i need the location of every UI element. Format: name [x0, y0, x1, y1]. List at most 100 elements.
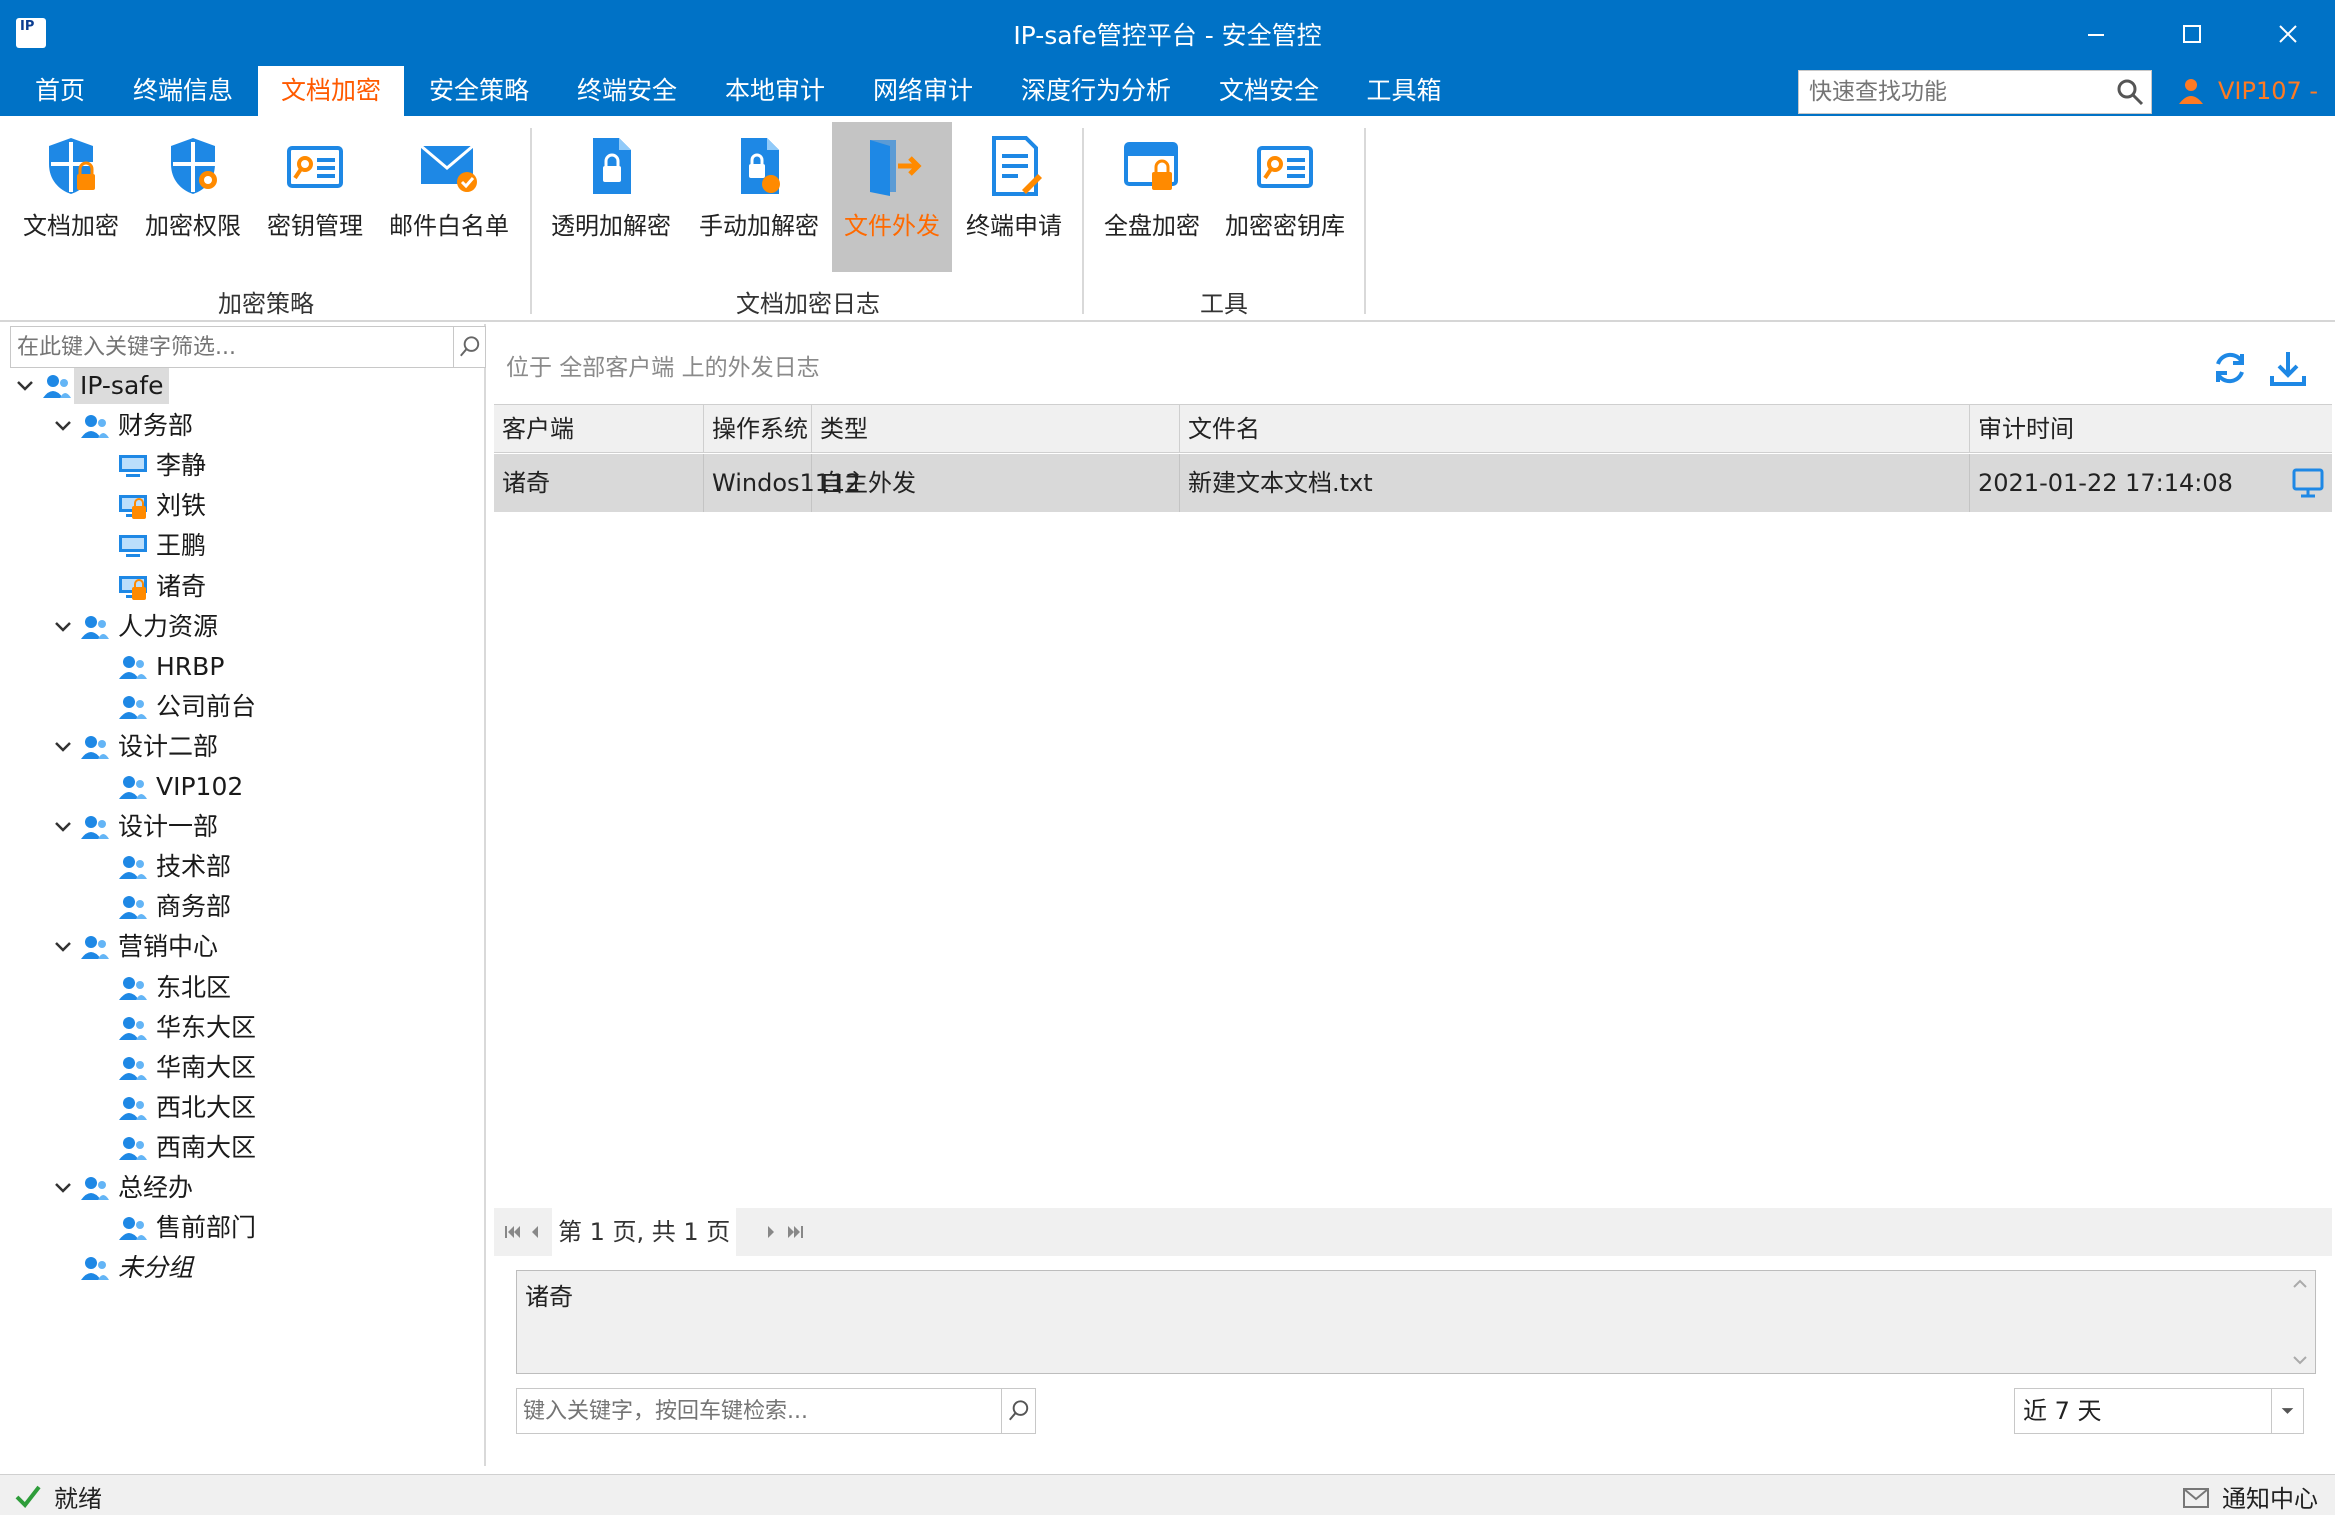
tree-node[interactable]: 售前部门	[4, 1210, 474, 1246]
detail-box[interactable]: 诸奇	[516, 1270, 2316, 1374]
filter-search-icon[interactable]	[453, 327, 485, 367]
tree-node[interactable]: 人力资源	[4, 609, 474, 645]
chevron-down-icon[interactable]	[52, 1176, 74, 1200]
group-icon	[81, 936, 109, 960]
scroll-down-icon[interactable]	[2291, 1353, 2309, 1367]
ribbon-encrypt-permission-button[interactable]: 加密权限	[138, 122, 248, 272]
refresh-icon[interactable]	[2210, 348, 2250, 388]
tree-filter-input[interactable]	[17, 327, 447, 367]
ribbon-key-store-button[interactable]: 加密密钥库	[1218, 122, 1352, 272]
scroll-up-icon[interactable]	[2291, 1277, 2309, 1291]
tree-node[interactable]: 营销中心	[4, 929, 474, 965]
menu-network-audit[interactable]: 网络审计	[858, 66, 988, 116]
tree-node[interactable]: 西北大区	[4, 1090, 474, 1126]
detail-text: 诸奇	[525, 1283, 573, 1311]
detail-scrollbar[interactable]	[2285, 1271, 2315, 1373]
ribbon-file-outgoing-button[interactable]: 文件外发	[832, 122, 952, 272]
tree-node[interactable]: 技术部	[4, 849, 474, 885]
prev-page-icon[interactable]	[524, 1220, 546, 1244]
quick-search-input[interactable]	[1809, 71, 2099, 113]
tree-node[interactable]: 刘铁	[4, 488, 474, 524]
maximize-button[interactable]	[2172, 14, 2212, 54]
ribbon-terminal-request-button[interactable]: 终端申请	[958, 122, 1070, 272]
group-icon	[81, 615, 109, 639]
tree-node[interactable]: 设计二部	[4, 729, 474, 765]
menu-toolbox[interactable]: 工具箱	[1352, 66, 1456, 116]
tree-node[interactable]: 华南大区	[4, 1050, 474, 1086]
ribbon-mail-whitelist-button[interactable]: 邮件白名单	[382, 122, 516, 272]
tree-node[interactable]: VIP102	[4, 769, 474, 805]
tree-node[interactable]: 财务部	[4, 408, 474, 444]
chevron-down-icon[interactable]	[14, 374, 36, 398]
title-bar: IP IP-safe管控平台 - 安全管控	[0, 0, 2335, 66]
tree-node[interactable]: IP-safe	[4, 368, 474, 404]
ribbon-full-disk-encrypt-button[interactable]: 全盘加密	[1096, 122, 1208, 272]
file-hand-lock-icon	[741, 138, 780, 194]
ribbon-key-manage-button[interactable]: 密钥管理	[260, 122, 370, 272]
chevron-down-icon[interactable]	[52, 735, 74, 759]
group-icon	[119, 776, 147, 799]
menu-bar: 首页 终端信息 文档加密 安全策略 终端安全 本地审计 网络审计 深度行为分析 …	[0, 66, 2335, 116]
first-page-icon[interactable]	[502, 1220, 524, 1244]
tree-node[interactable]: 设计一部	[4, 809, 474, 845]
tree-node[interactable]: 西南大区	[4, 1130, 474, 1166]
download-icon[interactable]	[2268, 348, 2308, 388]
search-icon[interactable]	[2115, 77, 2145, 107]
ribbon-manual-crypto-button[interactable]: 手动加解密	[692, 122, 826, 272]
close-button[interactable]	[2268, 14, 2308, 54]
mail-icon[interactable]	[2182, 1485, 2210, 1511]
keyword-search-input[interactable]	[523, 1389, 993, 1433]
group-icon	[119, 1096, 147, 1120]
menu-doc-security[interactable]: 文档安全	[1204, 66, 1334, 116]
column-header-client[interactable]: 客户端	[494, 405, 704, 453]
keyword-search-icon[interactable]	[1001, 1389, 1035, 1433]
ribbon-doc-encrypt-button[interactable]: 文档加密	[16, 122, 126, 272]
menu-local-audit[interactable]: 本地审计	[710, 66, 840, 116]
chevron-down-icon[interactable]	[52, 615, 74, 639]
column-header-os-account[interactable]: 操作系统账户	[704, 405, 812, 491]
chevron-down-icon[interactable]	[2271, 1389, 2303, 1433]
main-panel: 位于 全部客户端 上的外发日志 客户端 操作系统账户 类型 文件名 审计时间 诸…	[494, 324, 2335, 1466]
quick-search-box	[1798, 70, 2152, 114]
tree-node[interactable]: 诸奇	[4, 569, 474, 605]
group-icon	[43, 375, 71, 398]
column-header-filename[interactable]: 文件名	[1180, 405, 1970, 453]
last-page-icon[interactable]	[784, 1220, 806, 1244]
column-header-type[interactable]: 类型	[812, 405, 1180, 453]
menu-home[interactable]: 首页	[18, 66, 102, 116]
tree-node[interactable]: 总经办	[4, 1170, 474, 1206]
menu-doc-encryption[interactable]: 文档加密	[258, 66, 404, 116]
minimize-icon	[2088, 34, 2104, 36]
tree-node[interactable]: 公司前台	[4, 689, 474, 725]
ribbon-transparent-crypto-label: 透明加解密	[551, 212, 671, 240]
minimize-button[interactable]	[2076, 14, 2116, 54]
time-range-select[interactable]: 近 7 天	[2014, 1388, 2304, 1434]
monitor-icon[interactable]	[2292, 468, 2324, 498]
tree-node[interactable]: HRBP	[4, 649, 474, 685]
document-edit-icon	[992, 136, 1042, 196]
tree-node[interactable]: 东北区	[4, 970, 474, 1006]
chevron-down-icon[interactable]	[52, 414, 74, 438]
locked-computer-icon	[119, 495, 147, 520]
user-name: VIP107 -	[2218, 77, 2319, 105]
notification-center[interactable]: 通知中心	[2222, 1479, 2318, 1514]
tree-node-label: 技术部	[156, 852, 232, 882]
tree-node[interactable]: 王鹏	[4, 528, 474, 564]
menu-security-policy[interactable]: 安全策略	[414, 66, 544, 116]
menu-terminal-security[interactable]: 终端安全	[562, 66, 692, 116]
column-header-audit-time[interactable]: 审计时间	[1970, 405, 2332, 453]
menu-behavior-analysis[interactable]: 深度行为分析	[1006, 66, 1186, 116]
chevron-down-icon[interactable]	[52, 935, 74, 959]
tree-node[interactable]: 未分组	[4, 1250, 474, 1286]
cell-audit-time: 2021-01-22 17:14:08	[1978, 469, 2233, 497]
menu-terminal-info[interactable]: 终端信息	[118, 66, 248, 116]
ribbon-transparent-crypto-button[interactable]: 透明加解密	[548, 122, 674, 272]
tree-node[interactable]: 华东大区	[4, 1010, 474, 1046]
key-store-icon	[1257, 146, 1313, 188]
tree-node-label: 西南大区	[156, 1132, 257, 1162]
shield-gear-icon	[171, 138, 217, 194]
tree-node[interactable]: 商务部	[4, 889, 474, 925]
chevron-down-icon[interactable]	[52, 815, 74, 839]
tree-node[interactable]: 李静	[4, 448, 474, 484]
next-page-icon[interactable]	[760, 1220, 782, 1244]
